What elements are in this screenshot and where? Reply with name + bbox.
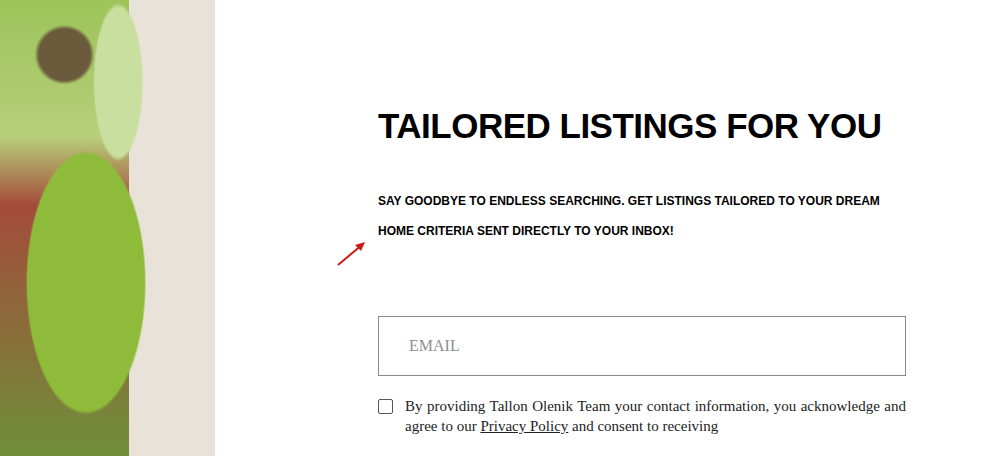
subtitle: SAY GOODBYE TO ENDLESS SEARCHING. GET LI… (378, 186, 906, 246)
page: TAILORED LISTINGS FOR YOU SAY GOODBYE TO … (0, 0, 992, 456)
annotation-arrow-icon (336, 238, 368, 268)
heading: TAILORED LISTINGS FOR YOU (378, 98, 906, 154)
consent-text: By providing Tallon Olenik Team your con… (405, 396, 906, 436)
signup-panel: TAILORED LISTINGS FOR YOU SAY GOODBYE TO … (215, 0, 992, 456)
email-input[interactable] (378, 316, 906, 376)
privacy-policy-link[interactable]: Privacy Policy (480, 418, 568, 434)
signup-form: TAILORED LISTINGS FOR YOU SAY GOODBYE TO … (378, 98, 906, 436)
house-photo (0, 0, 215, 456)
consent-row: By providing Tallon Olenik Team your con… (378, 396, 906, 436)
consent-checkbox[interactable] (378, 399, 393, 414)
